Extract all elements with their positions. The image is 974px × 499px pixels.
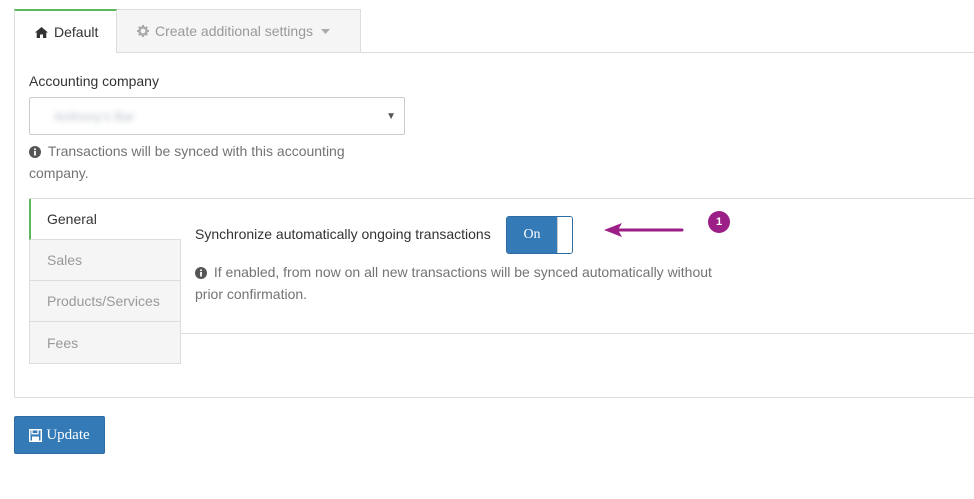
gear-icon <box>137 25 149 37</box>
side-tab-label: Products/Services <box>47 293 160 309</box>
tab-default[interactable]: Default <box>14 9 117 53</box>
annotation-marker-badge: 1 <box>708 211 730 233</box>
toggle-handle <box>557 217 572 253</box>
annotation-arrow-icon <box>604 220 684 243</box>
side-tab-label: Fees <box>47 334 79 351</box>
save-icon <box>29 428 43 442</box>
settings-side-tabs: General Sales Products/Services Fees <box>29 199 181 364</box>
tab-create-additional-settings[interactable]: Create additional settings <box>117 9 361 52</box>
accounting-company-help: Transactions will be synced with this ac… <box>29 141 369 183</box>
update-button[interactable]: Update <box>14 416 105 454</box>
sync-automatically-help: If enabled, from now on all new transact… <box>195 262 715 304</box>
accounting-company-label: Accounting company <box>29 73 159 89</box>
accounting-company-select[interactable]: Anthony's Bar ▼ <box>29 97 405 135</box>
info-icon <box>195 266 211 282</box>
info-icon <box>29 145 45 161</box>
home-icon <box>35 26 48 38</box>
settings-tabs: Default Create additional settings <box>14 9 361 53</box>
settings-panel: Accounting company Anthony's Bar ▼ Trans… <box>14 52 974 398</box>
sync-automatically-label: Synchronize automatically ongoing transa… <box>195 226 491 242</box>
side-tab-fees[interactable]: Fees <box>29 322 181 364</box>
toggle-on-label: On <box>507 217 557 253</box>
side-tab-label: General <box>47 211 97 227</box>
chevron-down-icon: ▼ <box>386 111 396 122</box>
sync-settings-box: General Sales Products/Services Fees Syn… <box>29 198 974 364</box>
tab-default-label: Default <box>54 24 99 40</box>
sync-help-text: If enabled, from now on all new transact… <box>195 264 712 302</box>
side-tab-sales[interactable]: Sales <box>29 240 181 281</box>
side-tab-label: Sales <box>47 252 83 268</box>
update-button-label: Update <box>46 426 90 443</box>
caret-down-icon <box>321 28 330 34</box>
accounting-company-selected-value: Anthony's Bar <box>54 108 135 124</box>
side-tab-general[interactable]: General <box>29 199 181 240</box>
side-tab-products-services[interactable]: Products/Services <box>29 281 181 322</box>
tab-additional-label: Create additional settings <box>155 23 313 39</box>
sync-automatically-toggle[interactable]: On <box>506 216 573 254</box>
accounting-company-help-text: Transactions will be synced with this ac… <box>29 143 345 181</box>
